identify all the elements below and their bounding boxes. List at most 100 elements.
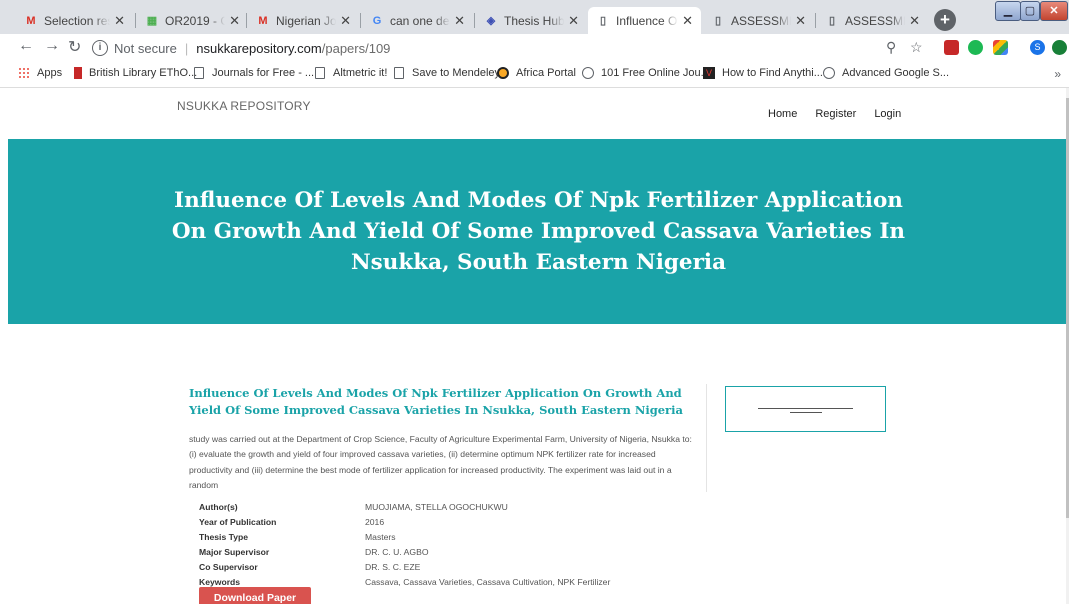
nav-register-link[interactable]: Register — [815, 108, 856, 120]
grammarly-icon[interactable] — [968, 40, 983, 55]
browser-tab[interactable]: M Nigerian Journal ✕ — [248, 7, 359, 34]
page-icon: ▯ — [828, 15, 836, 27]
bookmark-item[interactable]: British Library EThO... — [74, 67, 197, 79]
browser-tab[interactable]: ◈ Thesis Hub ✕ — [476, 7, 587, 34]
british-library-icon — [74, 67, 82, 79]
url-host: nsukkarepository.com — [196, 40, 322, 56]
close-icon[interactable]: ✕ — [682, 13, 693, 29]
conference-icon: ▦ — [146, 15, 158, 27]
bookmark-item[interactable]: Save to Mendeley — [394, 67, 500, 79]
meta-value: Cassava, Cassava Varieties, Cassava Cult… — [365, 577, 611, 587]
close-icon[interactable]: ✕ — [568, 13, 579, 29]
bookmark-apps[interactable]: Apps — [18, 67, 62, 79]
hero-title: Influence Of Levels And Modes Of Npk Fer… — [171, 188, 906, 275]
tab-title: can one design — [390, 13, 450, 28]
meta-key: Co Supervisor — [199, 562, 258, 572]
google-icon: G — [372, 14, 382, 27]
meta-value: 2016 — [365, 517, 385, 527]
more-bookmarks-icon[interactable]: » — [1054, 67, 1061, 81]
globe-icon — [823, 67, 835, 79]
bookmark-label: Apps — [37, 67, 63, 79]
star-icon[interactable]: ☆ — [910, 39, 923, 56]
extension-icon[interactable] — [944, 40, 959, 55]
thesis-hub-icon: ◈ — [486, 15, 496, 27]
globe-icon — [582, 67, 594, 79]
browser-tab[interactable]: ▯ ASSESSMENT OF ✕ — [817, 7, 928, 34]
meta-row: Thesis Type Masters — [199, 530, 610, 545]
bookmark-item[interactable]: Africa Portal — [497, 67, 576, 79]
site-nav: Home Register Login — [768, 108, 919, 120]
address-bar[interactable]: i Not secure | nsukkarepository.com/pape… — [92, 37, 942, 59]
browser-tab[interactable]: ▦ OR2019 - Conference ✕ — [137, 7, 248, 34]
apps-icon — [18, 67, 30, 79]
bookmark-label: Africa Portal — [516, 67, 576, 79]
paper-abstract: study was carried out at the Department … — [189, 434, 692, 491]
meta-row: Co Supervisor DR. S. C. EZE — [199, 560, 610, 575]
paper-metadata: Author(s) MUOJIAMA, STELLA OGOCHUKWU Year… — [199, 500, 610, 590]
nav-home-link[interactable]: Home — [768, 108, 797, 120]
close-icon[interactable]: ✕ — [229, 13, 240, 29]
close-icon[interactable]: ✕ — [795, 13, 806, 29]
gmail-icon: M — [258, 14, 268, 27]
page-icon — [394, 67, 404, 79]
bookmark-item[interactable]: Advanced Google S... — [823, 67, 949, 79]
web-page: NSUKKA REPOSITORY Home Register Login In… — [0, 88, 1069, 604]
bookmark-m-icon: V — [703, 67, 715, 79]
tab-title: ASSESSMENT OF — [731, 13, 791, 28]
browser-toolbar: ← → ↻ i Not secure | nsukkarepository.co… — [0, 34, 1069, 62]
meta-key: Thesis Type — [199, 532, 249, 542]
maximize-button[interactable]: ▢ — [1020, 1, 1040, 21]
hero-banner: Influence Of Levels And Modes Of Npk Fer… — [8, 139, 1069, 324]
page-icon: ▯ — [714, 15, 722, 27]
browser-tab-strip: M Selection results ✕ ▦ OR2019 - Confere… — [0, 0, 1069, 34]
bookmark-label: Save to Mendeley — [412, 67, 501, 79]
close-icon[interactable]: ✕ — [340, 13, 351, 29]
new-tab-button[interactable]: + — [934, 9, 956, 31]
africa-portal-icon — [497, 67, 509, 79]
close-icon[interactable]: ✕ — [454, 13, 465, 29]
paper-title: Influence Of Levels And Modes Of Npk Fer… — [189, 386, 683, 417]
page-icon — [194, 67, 204, 79]
extension-icon[interactable] — [993, 40, 1008, 55]
gmail-icon: M — [26, 14, 36, 27]
browser-tab[interactable]: M Selection results ✕ — [16, 7, 133, 34]
bookmark-item[interactable]: 101 Free Online Jou... — [582, 67, 710, 79]
bookmark-item[interactable]: Journals for Free - ... — [194, 67, 314, 79]
profile-avatar[interactable]: S — [1030, 40, 1045, 55]
nav-login-link[interactable]: Login — [874, 108, 901, 120]
browser-tab[interactable]: ▯ ASSESSMENT OF ✕ — [703, 7, 814, 34]
bookmark-label: Journals for Free - ... — [212, 67, 315, 79]
url-path: /papers/109 — [321, 40, 391, 56]
meta-key: Year of Publication — [199, 517, 277, 527]
meta-value: DR. C. U. AGBO — [365, 547, 429, 557]
sidebar-widget — [725, 386, 886, 432]
bookmark-item[interactable]: V How to Find Anythi... — [703, 67, 823, 79]
download-paper-button[interactable]: Download Paper — [199, 587, 311, 604]
browser-tab-active[interactable]: ▯ Influence Of Levels ✕ — [588, 7, 701, 34]
tab-title: Thesis Hub — [504, 13, 565, 28]
tab-title: ASSESSMENT OF — [845, 13, 905, 28]
zoom-icon[interactable]: ⚲ — [886, 39, 896, 56]
reload-icon[interactable]: ↻ — [68, 37, 81, 57]
bookmark-label: Altmetric it! — [333, 67, 388, 79]
tab-title: Influence Of Levels — [616, 13, 678, 28]
page-icon: ▯ — [599, 15, 607, 27]
meta-value: MUOJIAMA, STELLA OGOCHUKWU — [365, 502, 508, 512]
window-close-button[interactable]: ✕ — [1040, 1, 1068, 21]
meta-key: Major Supervisor — [199, 547, 270, 557]
close-icon[interactable]: ✕ — [909, 13, 920, 29]
bookmark-label: 101 Free Online Jou... — [601, 67, 710, 79]
info-icon[interactable]: i — [92, 40, 108, 56]
bookmark-label: British Library EThO... — [89, 67, 198, 79]
forward-arrow-icon[interactable]: → — [44, 37, 60, 55]
security-label: Not secure — [114, 40, 177, 56]
back-arrow-icon[interactable]: ← — [18, 37, 34, 55]
extension-icon[interactable] — [1052, 40, 1067, 55]
minimize-button[interactable]: ▁ — [995, 1, 1021, 21]
browser-tab[interactable]: G can one design ✕ — [362, 7, 473, 34]
bookmark-item[interactable]: Altmetric it! — [315, 67, 387, 79]
close-icon[interactable]: ✕ — [114, 13, 125, 29]
tab-title: Selection results — [44, 13, 110, 28]
site-brand[interactable]: NSUKKA REPOSITORY — [177, 99, 311, 113]
page-icon — [315, 67, 325, 79]
